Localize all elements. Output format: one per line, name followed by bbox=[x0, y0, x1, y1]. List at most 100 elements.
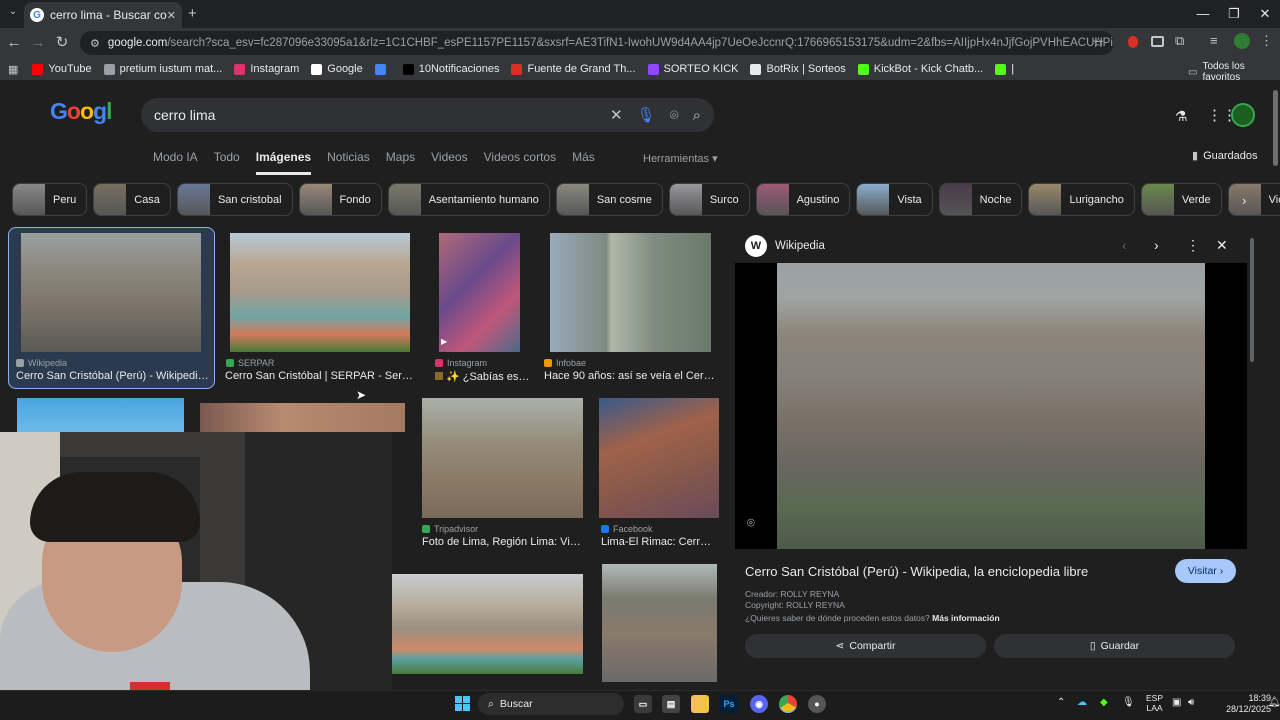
obs-icon[interactable]: ● bbox=[808, 695, 826, 713]
bookmark-item[interactable] bbox=[374, 63, 391, 75]
tab-close-icon[interactable]: ✕ bbox=[167, 9, 176, 22]
preview-site-name[interactable]: Wikipedia bbox=[775, 240, 825, 252]
photoshop-icon[interactable]: Ps bbox=[720, 695, 738, 713]
result-thumbnail[interactable] bbox=[602, 564, 717, 682]
related-chip[interactable]: Noche bbox=[938, 183, 1023, 216]
all-bookmarks[interactable]: ▭ Todos los favoritos bbox=[1188, 61, 1280, 83]
close-window-icon[interactable]: ✕ bbox=[1248, 4, 1280, 24]
related-chip[interactable]: Fondo bbox=[298, 183, 382, 216]
result-caption[interactable]: Cerro San Cristóbal | SERPAR - Servicio … bbox=[225, 370, 415, 382]
google-logo[interactable]: Google bbox=[50, 98, 124, 131]
input-language[interactable]: ESP LAA bbox=[1146, 693, 1163, 713]
related-chip[interactable]: San cristobal bbox=[176, 183, 293, 216]
discord-icon[interactable]: ◉ bbox=[750, 695, 768, 713]
reload-icon[interactable]: ↻ bbox=[52, 33, 72, 53]
search-tab[interactable]: Videos cortos bbox=[484, 150, 557, 175]
bookmark-item[interactable]: SORTEO KICK bbox=[647, 63, 738, 75]
result-thumbnail[interactable] bbox=[391, 574, 583, 674]
profile-avatar[interactable] bbox=[1234, 33, 1250, 49]
apps-grid-icon[interactable]: ▦ bbox=[8, 63, 18, 76]
bookmark-item[interactable]: 10Notificaciones bbox=[402, 63, 499, 75]
search-tab[interactable]: Todo bbox=[214, 150, 240, 175]
page-scrollbar[interactable] bbox=[1273, 90, 1278, 166]
search-tab[interactable]: Modo IA bbox=[153, 150, 198, 175]
windows-start-icon[interactable] bbox=[455, 696, 470, 711]
clear-icon[interactable]: ✕ bbox=[610, 106, 623, 124]
search-icon[interactable]: ⌕ bbox=[693, 107, 701, 124]
back-icon[interactable]: ← bbox=[4, 33, 24, 53]
file-explorer-icon[interactable] bbox=[691, 695, 709, 713]
saved-button[interactable]: ▮ Guardados bbox=[1192, 149, 1258, 163]
account-avatar[interactable] bbox=[1231, 103, 1255, 127]
address-bar[interactable]: ⚙ google.com/search?sca_esv=fc287096e330… bbox=[80, 31, 1114, 55]
result-caption[interactable]: Hace 90 años: así se veía el Cerro Sa... bbox=[544, 370, 716, 382]
result-thumbnail[interactable] bbox=[17, 398, 184, 434]
result-thumbnail[interactable] bbox=[422, 398, 583, 518]
result-thumbnail[interactable] bbox=[200, 403, 405, 432]
next-icon[interactable]: › bbox=[1154, 237, 1159, 253]
media-control-icon[interactable]: ≡ bbox=[1210, 33, 1218, 48]
tab-search-icon[interactable]: ⌄ bbox=[6, 6, 20, 20]
bookmark-item[interactable]: YouTube bbox=[32, 63, 92, 75]
volume-icon[interactable]: 🔊︎ bbox=[1188, 697, 1194, 708]
tray-overflow-icon[interactable]: ⌃ bbox=[1057, 697, 1065, 708]
more-info-link[interactable]: Más información bbox=[932, 613, 1000, 623]
restore-icon[interactable]: ❐ bbox=[1217, 4, 1251, 24]
microphone-tray-icon[interactable]: 🎙︎ bbox=[1122, 697, 1135, 708]
task-view-icon[interactable]: ▭ bbox=[634, 695, 652, 713]
related-chip[interactable]: Casa bbox=[93, 183, 171, 216]
bookmark-item[interactable]: Instagram bbox=[234, 63, 299, 75]
bookmark-item[interactable]: KickBot - Kick Chatb... bbox=[857, 63, 983, 75]
microphone-icon[interactable]: 🎙︎ bbox=[637, 106, 656, 124]
share-button[interactable]: ⋖ Compartir bbox=[745, 634, 986, 658]
taskbar-clock[interactable]: 18:39 28/12/2025 bbox=[1226, 693, 1271, 715]
chips-next-icon[interactable]: › bbox=[1242, 193, 1246, 208]
bookmark-item[interactable]: Fuente de Grand Th... bbox=[511, 63, 636, 75]
result-thumbnail[interactable] bbox=[439, 233, 520, 352]
bookmark-item[interactable]: pretium iustum mat... bbox=[103, 63, 222, 75]
bookmark-item[interactable]: BotRix | Sorteos bbox=[750, 63, 846, 75]
notifications-icon[interactable]: 🔔︎ bbox=[1268, 697, 1280, 708]
related-chip[interactable]: Agustino bbox=[755, 183, 851, 216]
extension-icon[interactable] bbox=[1128, 36, 1138, 48]
minimize-icon[interactable]: — bbox=[1186, 4, 1220, 24]
taskbar-search[interactable]: ⌕ Buscar bbox=[478, 693, 624, 715]
search-tab[interactable]: Más bbox=[572, 150, 595, 175]
result-caption[interactable]: Foto de Lima, Región Lima: Vista C... bbox=[422, 536, 584, 548]
result-caption[interactable]: Cerro San Cristóbal (Perú) - Wikipedia, … bbox=[16, 370, 212, 382]
more-options-icon[interactable]: ⋮ bbox=[1186, 237, 1200, 254]
app-icon[interactable]: ▤ bbox=[662, 695, 680, 713]
related-chip[interactable]: Surco bbox=[668, 183, 750, 216]
preview-title[interactable]: Cerro San Cristóbal (Perú) - Wikipedia, … bbox=[745, 564, 1088, 579]
result-caption[interactable]: Lima-El Rimac: Cerro S... bbox=[601, 536, 713, 548]
search-box[interactable]: cerro lima ✕ 🎙︎ ⌾ ⌕ bbox=[141, 98, 714, 132]
onedrive-icon[interactable]: ☁ bbox=[1077, 697, 1087, 708]
bookmark-star-icon[interactable]: ☆ bbox=[1092, 34, 1105, 51]
browser-tab[interactable]: G cerro lima - Buscar con Google ✕ bbox=[24, 2, 182, 28]
search-tab[interactable]: Videos bbox=[431, 150, 467, 175]
bookmark-item[interactable]: | bbox=[995, 63, 1014, 75]
related-chip[interactable]: Asentamiento humano bbox=[387, 183, 550, 216]
related-chip[interactable]: San cosme bbox=[555, 183, 663, 216]
labs-flask-icon[interactable]: ⚗ bbox=[1175, 108, 1188, 125]
result-thumbnail[interactable] bbox=[21, 233, 201, 352]
related-chip[interactable]: Victoria bbox=[1227, 183, 1280, 216]
browser-menu-icon[interactable]: ⋮ bbox=[1260, 33, 1273, 49]
related-chip[interactable]: Verde bbox=[1140, 183, 1222, 216]
visit-button[interactable]: Visitar › bbox=[1175, 559, 1236, 583]
search-tab[interactable]: Noticias bbox=[327, 150, 370, 175]
search-input[interactable]: cerro lima bbox=[154, 107, 596, 123]
search-tab[interactable]: Maps bbox=[386, 150, 415, 175]
extension-icon[interactable] bbox=[1151, 36, 1164, 47]
preview-image[interactable] bbox=[777, 263, 1205, 549]
tools-button[interactable]: Herramientas ▾ bbox=[643, 152, 718, 165]
extensions-puzzle-icon[interactable]: ⧉ bbox=[1175, 33, 1184, 49]
related-chip[interactable]: Peru bbox=[12, 183, 88, 216]
related-chip[interactable]: Vista bbox=[856, 183, 933, 216]
lens-camera-icon[interactable]: ⌾ bbox=[670, 107, 679, 124]
network-icon[interactable]: ▣ bbox=[1172, 697, 1181, 708]
lens-search-icon[interactable]: ⌾ bbox=[747, 515, 755, 531]
result-thumbnail[interactable] bbox=[550, 233, 711, 352]
tray-app-icon[interactable]: ◆ bbox=[1100, 697, 1108, 708]
bookmark-item[interactable]: Google bbox=[311, 63, 363, 75]
